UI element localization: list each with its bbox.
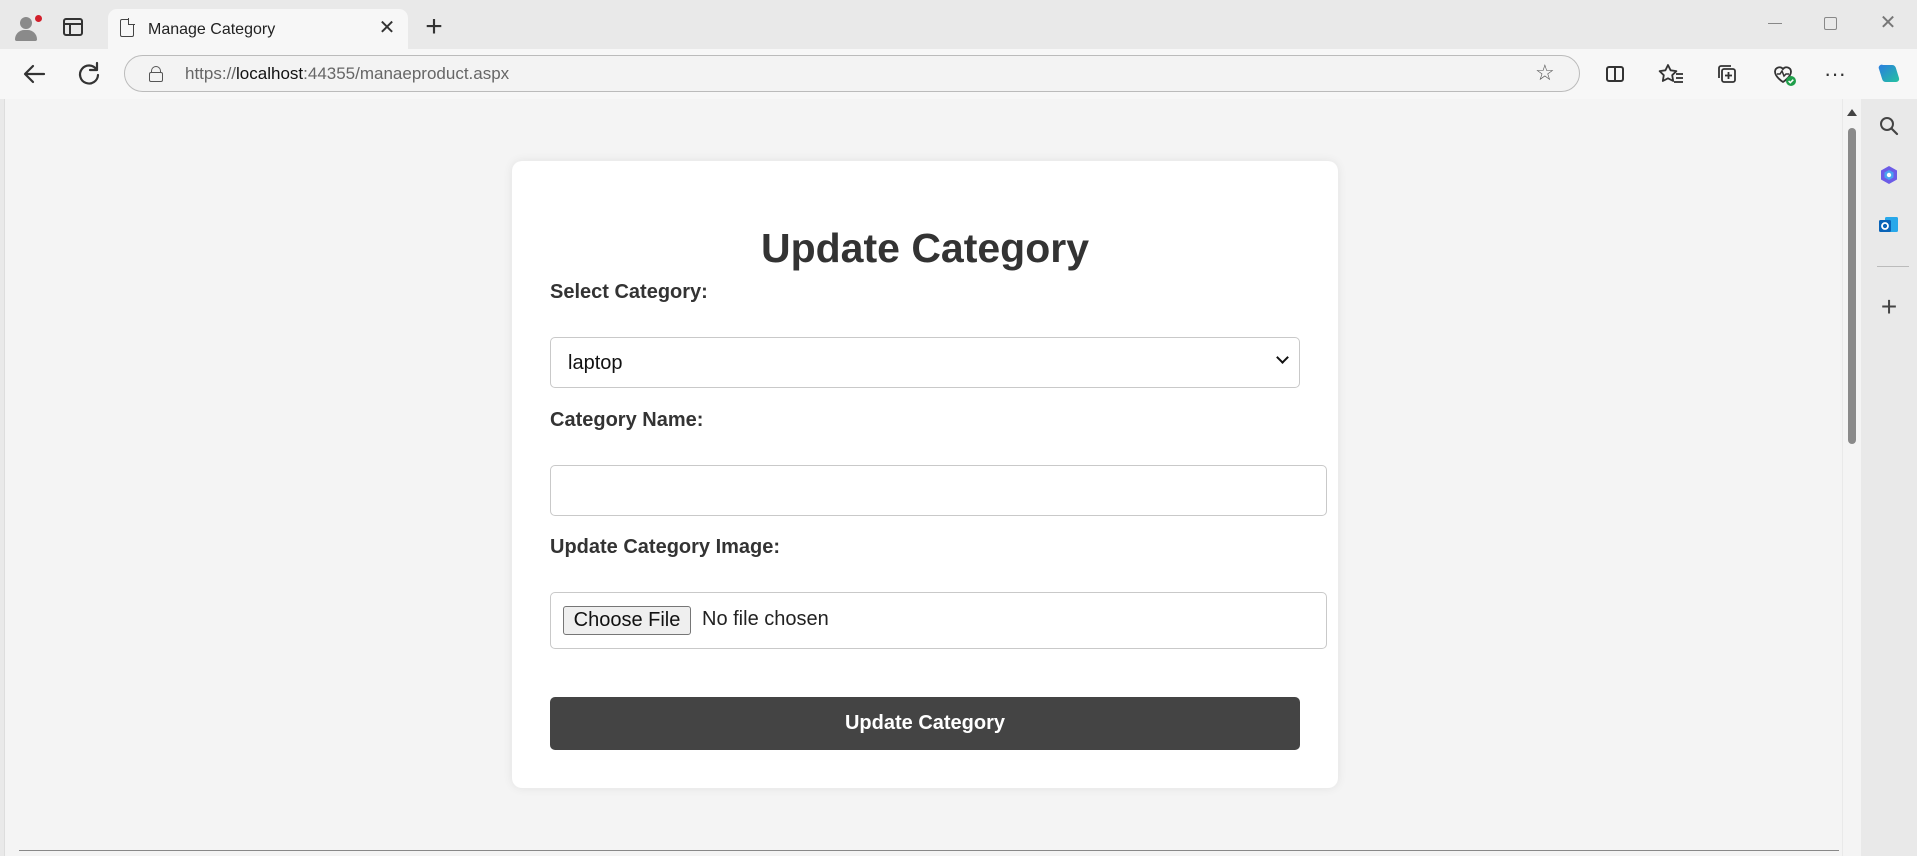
- category-image-label: Update Category Image:: [550, 536, 781, 558]
- favorite-star-icon[interactable]: ☆: [1535, 60, 1555, 86]
- outlook-icon[interactable]: [1874, 210, 1904, 240]
- close-window-button[interactable]: ✕: [1868, 8, 1908, 38]
- tab-actions-icon[interactable]: [63, 18, 83, 36]
- select-category-label: Select Category:: [550, 281, 708, 303]
- reload-button[interactable]: [72, 57, 106, 91]
- page-viewport: Update Category Select Category: laptop …: [4, 99, 1842, 856]
- update-category-button[interactable]: Update Category: [550, 697, 1300, 750]
- tab-strip: Manage Category ✕ + ✕: [0, 0, 1917, 49]
- page-icon: [120, 18, 135, 37]
- update-category-card: Update Category Select Category: laptop …: [512, 161, 1338, 788]
- minimize-button[interactable]: [1755, 8, 1795, 38]
- file-status-text: No file chosen: [702, 608, 829, 630]
- selected-category: laptop: [568, 352, 623, 374]
- category-image-input[interactable]: Choose File No file chosen: [550, 592, 1327, 649]
- scroll-thumb[interactable]: [1848, 128, 1856, 444]
- browser-tab[interactable]: Manage Category ✕: [108, 9, 408, 49]
- chevron-down-icon: [1276, 351, 1289, 364]
- tab-title: Manage Category: [148, 21, 276, 38]
- browser-toolbar: https://localhost:44355/manaeproduct.asp…: [0, 49, 1917, 99]
- split-screen-icon[interactable]: [1598, 57, 1632, 91]
- copilot-icon[interactable]: [1872, 57, 1906, 91]
- category-select[interactable]: laptop: [550, 337, 1300, 388]
- address-bar[interactable]: https://localhost:44355/manaeproduct.asp…: [124, 55, 1580, 92]
- new-tab-button[interactable]: +: [421, 12, 447, 42]
- more-options-icon[interactable]: ···: [1818, 57, 1852, 91]
- page-title: Update Category: [760, 225, 1090, 271]
- scroll-up-arrow-icon[interactable]: [1847, 109, 1857, 116]
- url-text[interactable]: https://localhost:44355/manaeproduct.asp…: [185, 64, 509, 84]
- choose-file-button[interactable]: Choose File: [563, 606, 691, 635]
- category-name-input[interactable]: [550, 465, 1327, 516]
- close-tab-icon[interactable]: ✕: [376, 17, 398, 39]
- category-name-label: Category Name:: [550, 409, 704, 431]
- page-divider: [19, 850, 1839, 851]
- page-scrollbar[interactable]: [1843, 99, 1861, 856]
- copilot-sidebar-icon[interactable]: [1874, 161, 1904, 191]
- browser-essentials-icon[interactable]: [1766, 57, 1800, 91]
- add-sidebar-app-icon[interactable]: +: [1874, 292, 1904, 322]
- back-button[interactable]: [17, 57, 51, 91]
- collections-icon[interactable]: [1710, 57, 1744, 91]
- browser-sidebar: +: [1862, 99, 1917, 856]
- search-icon[interactable]: [1874, 111, 1904, 141]
- lock-icon[interactable]: [149, 66, 163, 82]
- profile-avatar-icon[interactable]: [11, 13, 42, 43]
- favorites-icon[interactable]: [1654, 57, 1688, 91]
- sidebar-divider: [1877, 266, 1909, 267]
- maximize-button[interactable]: [1810, 8, 1850, 38]
